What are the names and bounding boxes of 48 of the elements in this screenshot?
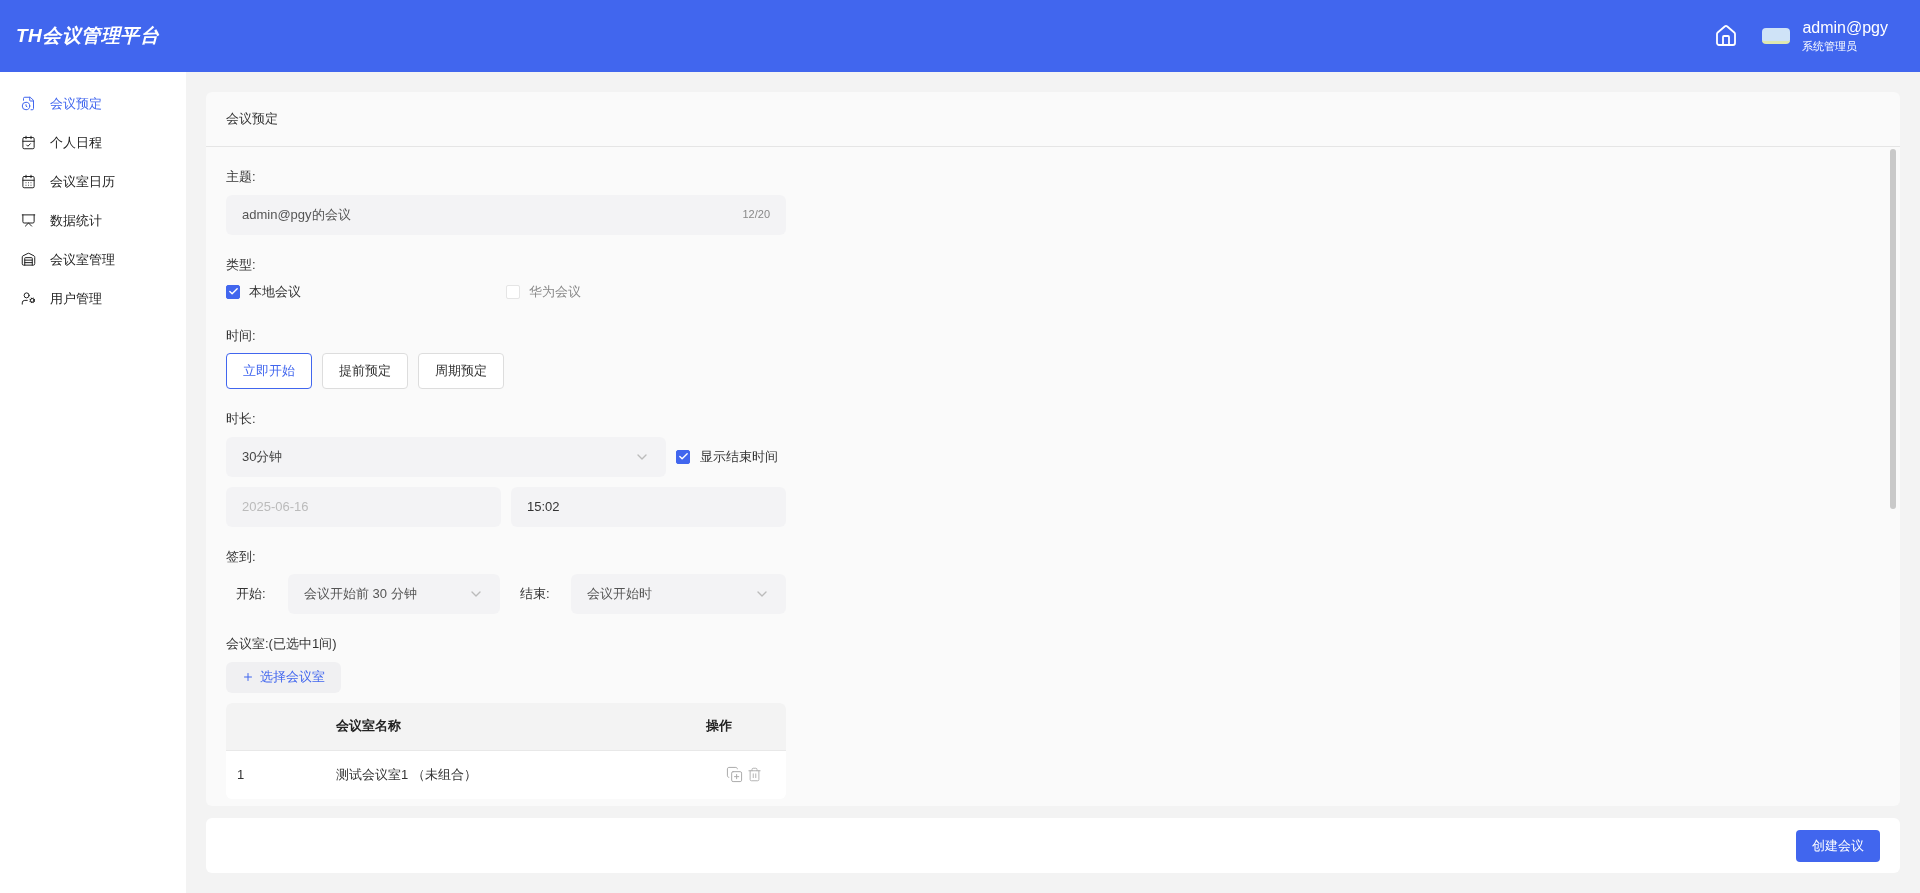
table-cell-text: 1 (236, 765, 246, 784)
time-mode-button[interactable]: 提前预定 (322, 353, 408, 389)
copy-plus-icon[interactable] (726, 766, 743, 783)
field-label: 主题: (226, 168, 256, 186)
user-role: 系统管理员 (1802, 39, 1859, 54)
create-meeting-button[interactable]: 创建会议 (1796, 829, 1880, 862)
table-cell-text: 测试会议室1 （未组合） (336, 765, 478, 784)
checkbox-label: 本地会议 (249, 283, 301, 301)
field-label: 签到: (226, 547, 256, 566)
duration-select[interactable]: 30分钟 (226, 436, 666, 477)
scrollbar[interactable] (1890, 149, 1896, 509)
checkbox-label: 显示结束时间 (700, 447, 778, 466)
field-label: 类型: (226, 255, 256, 274)
plus-icon (242, 671, 254, 683)
user-name: admin@pgy (1802, 18, 1888, 38)
column-header: 会议室名称 (336, 717, 402, 736)
home-icon[interactable] (1714, 24, 1739, 48)
sidebar-item[interactable]: 数据统计 (0, 201, 186, 240)
checkbox-label: 华为会议 (529, 283, 581, 301)
column-header: 操作 (706, 717, 732, 736)
app-logo: TH会议管理平台 (16, 23, 160, 48)
user-icon (21, 291, 36, 306)
sidebar-item[interactable]: 会议预定 (0, 84, 186, 123)
sidebar-item[interactable]: 用户管理 (0, 279, 186, 318)
field-label: 会议室:(已选中1间) (226, 635, 337, 653)
document-clock-icon (21, 96, 36, 111)
sidebar-item[interactable]: 会议室管理 (0, 240, 186, 279)
avatar-image (1762, 28, 1791, 44)
field-label: 结束: (519, 585, 551, 604)
select-room-button[interactable]: 选择会议室 (226, 661, 341, 693)
subject-input[interactable]: admin@pgy的会议 12/20 (226, 194, 786, 235)
card-title: 会议预定 (226, 110, 278, 129)
sidebar-item[interactable]: 会议室日历 (0, 162, 186, 201)
calendar-icon (21, 174, 36, 189)
calendar-check-icon (21, 135, 36, 150)
field-label: 时间: (226, 326, 256, 345)
field-label: 时长: (226, 410, 256, 428)
end-time-input[interactable]: 15:02 (511, 486, 786, 527)
sidebar-item[interactable]: 个人日程 (0, 123, 186, 162)
checkbox[interactable] (226, 284, 240, 299)
field-label: 开始: (235, 585, 267, 604)
time-mode-button[interactable]: 立即开始 (226, 353, 312, 389)
time-mode-button[interactable]: 周期预定 (418, 353, 504, 389)
checkin-end-select[interactable]: 会议开始时 (571, 574, 786, 614)
checkin-start-select[interactable]: 会议开始前 30 分钟 (288, 574, 500, 614)
trash-icon[interactable] (747, 767, 762, 782)
checkbox[interactable] (676, 449, 690, 464)
character-count: 12/20 (742, 207, 770, 223)
